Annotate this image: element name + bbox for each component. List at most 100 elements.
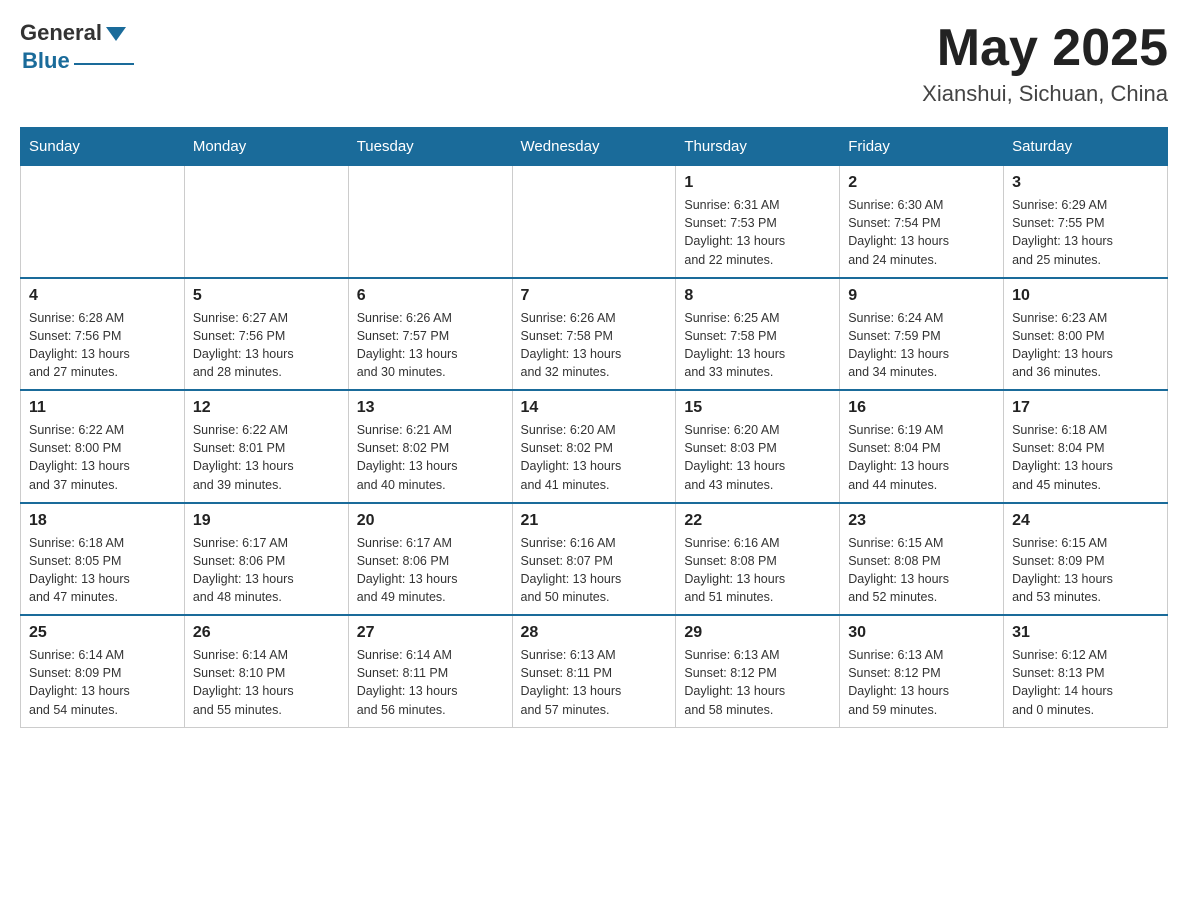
day-info: Sunrise: 6:30 AM Sunset: 7:54 PM Dayligh…	[848, 196, 995, 269]
calendar-cell: 1 Sunrise: 6:31 AM Sunset: 7:53 PM Daylig…	[676, 166, 840, 278]
calendar-cell: 6 Sunrise: 6:26 AM Sunset: 7:57 PM Daylig…	[348, 278, 512, 391]
day-info: Sunrise: 6:26 AM Sunset: 7:57 PM Dayligh…	[357, 309, 504, 382]
day-info: Sunrise: 6:14 AM Sunset: 8:09 PM Dayligh…	[29, 646, 176, 719]
calendar-header-saturday: Saturday	[1004, 128, 1168, 166]
calendar-cell: 31 Sunrise: 6:12 AM Sunset: 8:13 PM Dayli…	[1004, 615, 1168, 727]
calendar-week-row: 1 Sunrise: 6:31 AM Sunset: 7:53 PM Daylig…	[21, 166, 1168, 278]
calendar-cell: 25 Sunrise: 6:14 AM Sunset: 8:09 PM Dayli…	[21, 615, 185, 727]
day-info: Sunrise: 6:12 AM Sunset: 8:13 PM Dayligh…	[1012, 646, 1159, 719]
day-info: Sunrise: 6:17 AM Sunset: 8:06 PM Dayligh…	[357, 534, 504, 607]
day-info: Sunrise: 6:20 AM Sunset: 8:03 PM Dayligh…	[684, 421, 831, 494]
calendar-cell: 22Sunrise: 6:16 AM Sunset: 8:08 PM Dayli…	[676, 503, 840, 616]
calendar-cell: 29Sunrise: 6:13 AM Sunset: 8:12 PM Dayli…	[676, 615, 840, 727]
day-number: 17	[1012, 399, 1159, 417]
calendar-week-row: 25 Sunrise: 6:14 AM Sunset: 8:09 PM Dayli…	[21, 615, 1168, 727]
day-number: 13	[357, 399, 504, 417]
day-number: 23	[848, 512, 995, 530]
day-number: 25	[29, 624, 176, 642]
day-info: Sunrise: 6:26 AM Sunset: 7:58 PM Dayligh…	[521, 309, 668, 382]
calendar-cell: 28 Sunrise: 6:13 AM Sunset: 8:11 PM Dayli…	[512, 615, 676, 727]
calendar-cell: 26 Sunrise: 6:14 AM Sunset: 8:10 PM Dayli…	[184, 615, 348, 727]
calendar-cell: 2 Sunrise: 6:30 AM Sunset: 7:54 PM Daylig…	[840, 166, 1004, 278]
day-number: 31	[1012, 624, 1159, 642]
day-info: Sunrise: 6:27 AM Sunset: 7:56 PM Dayligh…	[193, 309, 340, 382]
day-number: 21	[521, 512, 668, 530]
logo-blue-text: Blue	[22, 48, 70, 74]
day-info: Sunrise: 6:24 AM Sunset: 7:59 PM Dayligh…	[848, 309, 995, 382]
title-section: May 2025 Xianshui, Sichuan, China	[922, 20, 1168, 107]
calendar-week-row: 18 Sunrise: 6:18 AM Sunset: 8:05 PM Dayli…	[21, 503, 1168, 616]
day-number: 11	[29, 399, 176, 417]
day-number: 30	[848, 624, 995, 642]
day-number: 22	[684, 512, 831, 530]
day-number: 24	[1012, 512, 1159, 530]
day-info: Sunrise: 6:15 AM Sunset: 8:09 PM Dayligh…	[1012, 534, 1159, 607]
day-info: Sunrise: 6:18 AM Sunset: 8:04 PM Dayligh…	[1012, 421, 1159, 494]
day-info: Sunrise: 6:14 AM Sunset: 8:11 PM Dayligh…	[357, 646, 504, 719]
calendar-header-tuesday: Tuesday	[348, 128, 512, 166]
logo-general-text: General	[20, 20, 102, 46]
day-info: Sunrise: 6:29 AM Sunset: 7:55 PM Dayligh…	[1012, 196, 1159, 269]
month-title: May 2025	[922, 20, 1168, 77]
day-info: Sunrise: 6:20 AM Sunset: 8:02 PM Dayligh…	[521, 421, 668, 494]
day-info: Sunrise: 6:21 AM Sunset: 8:02 PM Dayligh…	[357, 421, 504, 494]
calendar-cell: 19Sunrise: 6:17 AM Sunset: 8:06 PM Dayli…	[184, 503, 348, 616]
day-number: 18	[29, 512, 176, 530]
day-number: 3	[1012, 174, 1159, 192]
day-number: 15	[684, 399, 831, 417]
day-number: 1	[684, 174, 831, 192]
calendar-cell: 3 Sunrise: 6:29 AM Sunset: 7:55 PM Daylig…	[1004, 166, 1168, 278]
day-number: 19	[193, 512, 340, 530]
calendar-cell: 12 Sunrise: 6:22 AM Sunset: 8:01 PM Dayli…	[184, 390, 348, 503]
calendar-cell: 27 Sunrise: 6:14 AM Sunset: 8:11 PM Dayli…	[348, 615, 512, 727]
day-info: Sunrise: 6:22 AM Sunset: 8:01 PM Dayligh…	[193, 421, 340, 494]
calendar-cell: 14Sunrise: 6:20 AM Sunset: 8:02 PM Dayli…	[512, 390, 676, 503]
calendar-cell: 8Sunrise: 6:25 AM Sunset: 7:58 PM Daylig…	[676, 278, 840, 391]
calendar-cell: 7 Sunrise: 6:26 AM Sunset: 7:58 PM Daylig…	[512, 278, 676, 391]
day-info: Sunrise: 6:22 AM Sunset: 8:00 PM Dayligh…	[29, 421, 176, 494]
day-number: 16	[848, 399, 995, 417]
calendar-cell	[348, 166, 512, 278]
calendar-cell: 5 Sunrise: 6:27 AM Sunset: 7:56 PM Daylig…	[184, 278, 348, 391]
day-info: Sunrise: 6:13 AM Sunset: 8:11 PM Dayligh…	[521, 646, 668, 719]
day-info: Sunrise: 6:18 AM Sunset: 8:05 PM Dayligh…	[29, 534, 176, 607]
calendar-header-sunday: Sunday	[21, 128, 185, 166]
day-number: 26	[193, 624, 340, 642]
day-number: 27	[357, 624, 504, 642]
calendar-cell: 13 Sunrise: 6:21 AM Sunset: 8:02 PM Dayli…	[348, 390, 512, 503]
day-number: 7	[521, 287, 668, 305]
calendar-cell: 16Sunrise: 6:19 AM Sunset: 8:04 PM Dayli…	[840, 390, 1004, 503]
day-info: Sunrise: 6:15 AM Sunset: 8:08 PM Dayligh…	[848, 534, 995, 607]
calendar-cell: 21Sunrise: 6:16 AM Sunset: 8:07 PM Dayli…	[512, 503, 676, 616]
calendar-cell: 11 Sunrise: 6:22 AM Sunset: 8:00 PM Dayli…	[21, 390, 185, 503]
calendar-header-thursday: Thursday	[676, 128, 840, 166]
calendar-header-row: SundayMondayTuesdayWednesdayThursdayFrid…	[21, 128, 1168, 166]
calendar-cell: 4 Sunrise: 6:28 AM Sunset: 7:56 PM Daylig…	[21, 278, 185, 391]
day-number: 2	[848, 174, 995, 192]
calendar-header-wednesday: Wednesday	[512, 128, 676, 166]
page-header: General Blue May 2025 Xianshui, Sichuan,…	[20, 20, 1168, 107]
calendar-cell	[184, 166, 348, 278]
location-title: Xianshui, Sichuan, China	[922, 81, 1168, 107]
calendar-cell: 15 Sunrise: 6:20 AM Sunset: 8:03 PM Dayli…	[676, 390, 840, 503]
calendar-week-row: 4 Sunrise: 6:28 AM Sunset: 7:56 PM Daylig…	[21, 278, 1168, 391]
day-info: Sunrise: 6:14 AM Sunset: 8:10 PM Dayligh…	[193, 646, 340, 719]
calendar-header-friday: Friday	[840, 128, 1004, 166]
day-number: 28	[521, 624, 668, 642]
calendar-cell	[21, 166, 185, 278]
day-info: Sunrise: 6:31 AM Sunset: 7:53 PM Dayligh…	[684, 196, 831, 269]
day-number: 5	[193, 287, 340, 305]
calendar-header-monday: Monday	[184, 128, 348, 166]
calendar-cell: 17 Sunrise: 6:18 AM Sunset: 8:04 PM Dayli…	[1004, 390, 1168, 503]
day-number: 6	[357, 287, 504, 305]
calendar-week-row: 11 Sunrise: 6:22 AM Sunset: 8:00 PM Dayli…	[21, 390, 1168, 503]
day-number: 4	[29, 287, 176, 305]
day-number: 12	[193, 399, 340, 417]
day-info: Sunrise: 6:13 AM Sunset: 8:12 PM Dayligh…	[848, 646, 995, 719]
logo-arrow-icon	[106, 27, 126, 41]
day-number: 9	[848, 287, 995, 305]
day-info: Sunrise: 6:28 AM Sunset: 7:56 PM Dayligh…	[29, 309, 176, 382]
calendar-cell: 10Sunrise: 6:23 AM Sunset: 8:00 PM Dayli…	[1004, 278, 1168, 391]
day-info: Sunrise: 6:23 AM Sunset: 8:00 PM Dayligh…	[1012, 309, 1159, 382]
calendar-table: SundayMondayTuesdayWednesdayThursdayFrid…	[20, 127, 1168, 728]
